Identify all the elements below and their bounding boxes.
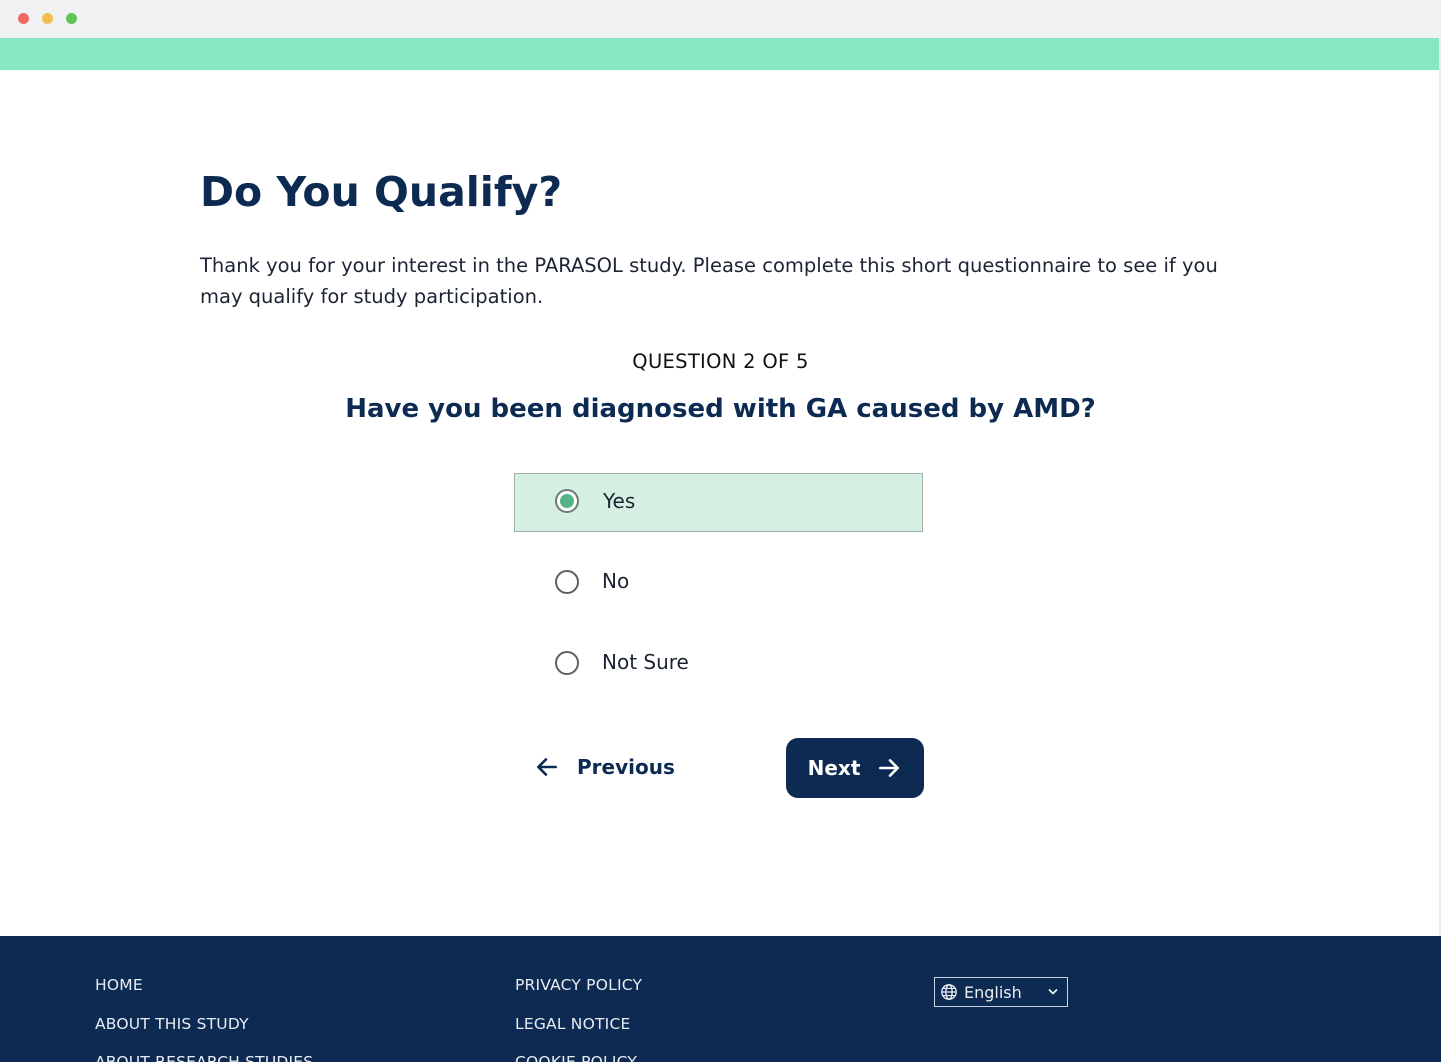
browser-window: Do You Qualify? Thank you for your inter… bbox=[0, 0, 1441, 1062]
option-not-sure[interactable]: Not Sure bbox=[514, 635, 923, 694]
option-label: Not Sure bbox=[602, 650, 689, 674]
globe-icon bbox=[941, 984, 957, 1000]
minimize-window-button[interactable] bbox=[42, 13, 53, 24]
option-label: Yes bbox=[603, 489, 636, 513]
footer-link-cookie[interactable]: COOKIE POLICY bbox=[515, 1053, 637, 1062]
footer-link-about-study[interactable]: ABOUT THIS STUDY bbox=[95, 1015, 249, 1033]
language-select[interactable]: English bbox=[934, 977, 1068, 1007]
question-text: Have you been diagnosed with GA caused b… bbox=[345, 394, 1096, 424]
browser-chrome bbox=[0, 0, 1441, 38]
next-button[interactable]: Next bbox=[786, 738, 924, 798]
close-window-button[interactable] bbox=[18, 13, 29, 24]
accent-bar bbox=[0, 38, 1441, 70]
arrow-right-icon bbox=[879, 759, 900, 777]
next-label: Next bbox=[807, 756, 861, 780]
previous-button[interactable]: Previous bbox=[534, 745, 675, 789]
footer-link-home[interactable]: HOME bbox=[95, 976, 143, 994]
option-yes[interactable]: Yes bbox=[514, 473, 923, 532]
footer-link-about-research[interactable]: ABOUT RESEARCH STUDIES bbox=[95, 1053, 313, 1062]
page-title: Do You Qualify? bbox=[200, 168, 563, 216]
option-no[interactable]: No bbox=[514, 554, 923, 613]
chevron-down-icon bbox=[1048, 989, 1058, 995]
intro-text: Thank you for your interest in the PARAS… bbox=[200, 254, 1218, 308]
radio-not-sure[interactable] bbox=[555, 651, 579, 675]
language-value: English bbox=[964, 982, 1022, 1002]
radio-no[interactable] bbox=[555, 570, 579, 594]
footer-link-privacy[interactable]: PRIVACY POLICY bbox=[515, 976, 642, 994]
previous-label: Previous bbox=[577, 755, 675, 779]
question-progress: QUESTION 2 OF 5 bbox=[632, 350, 809, 373]
footer-link-legal[interactable]: LEGAL NOTICE bbox=[515, 1015, 630, 1033]
site-footer: HOME ABOUT THIS STUDY ABOUT RESEARCH STU… bbox=[0, 936, 1441, 1062]
option-label: No bbox=[602, 569, 630, 593]
radio-yes[interactable] bbox=[555, 489, 579, 513]
maximize-window-button[interactable] bbox=[66, 13, 77, 24]
arrow-left-icon bbox=[537, 758, 557, 776]
